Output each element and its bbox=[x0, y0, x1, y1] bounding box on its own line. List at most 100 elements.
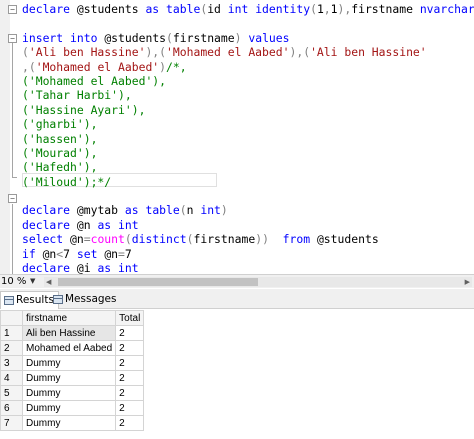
chevron-down-icon[interactable]: ▼ bbox=[30, 275, 35, 288]
fold-collapse-icon[interactable]: − bbox=[8, 34, 17, 43]
cell-total[interactable]: 2 bbox=[115, 370, 145, 386]
tab-results-label: Results bbox=[16, 294, 54, 306]
code-line[interactable]: declare @i as int bbox=[22, 261, 474, 274]
code-token: ('gharbi'), bbox=[22, 117, 98, 132]
column-header-firstname[interactable]: firstname bbox=[21, 310, 117, 326]
code-token: firstname bbox=[172, 30, 235, 45]
code-token: declare bbox=[22, 203, 77, 218]
row-number[interactable]: 2 bbox=[0, 340, 23, 356]
cell-total[interactable]: 2 bbox=[115, 325, 145, 341]
cell-total[interactable]: 2 bbox=[115, 340, 145, 356]
cell-firstname[interactable]: Dummy bbox=[21, 415, 117, 431]
cell-total[interactable]: 2 bbox=[115, 415, 145, 431]
results-grid[interactable]: firstname Total 1 Ali ben Hassine 2 2 Mohame… bbox=[0, 310, 145, 431]
code-token: from bbox=[282, 232, 317, 247]
column-header-total[interactable]: Total bbox=[115, 310, 145, 326]
code-line[interactable]: ('Hafedh'), bbox=[22, 160, 474, 174]
code-token: as bbox=[124, 203, 146, 218]
horizontal-scrollbar[interactable]: ◀ ▶ bbox=[44, 277, 472, 287]
code-token: @students bbox=[316, 232, 379, 247]
code-token: select bbox=[22, 232, 71, 247]
code-line[interactable]: declare @students as table (id int identi… bbox=[22, 2, 474, 16]
cell-total[interactable]: 2 bbox=[115, 400, 145, 416]
cell-firstname[interactable]: Dummy bbox=[21, 355, 117, 371]
code-line[interactable] bbox=[22, 189, 474, 203]
row-number[interactable]: 1 bbox=[0, 325, 23, 341]
code-token: 'Ali ben Hassine' bbox=[28, 45, 146, 60]
cell-total[interactable]: 2 bbox=[115, 385, 145, 401]
fold-guide bbox=[12, 204, 13, 274]
code-line[interactable]: insert into @students(firstname) values bbox=[22, 31, 474, 45]
code-line[interactable]: ('hassen'), bbox=[22, 132, 474, 146]
code-line[interactable]: declare @n as int bbox=[22, 218, 474, 232]
fold-collapse-icon[interactable]: − bbox=[8, 194, 17, 203]
code-token: ),( bbox=[145, 45, 167, 60]
code-line[interactable]: ('Mourad'), bbox=[22, 146, 474, 160]
code-token: as bbox=[97, 261, 119, 274]
fold-collapse-icon[interactable]: − bbox=[8, 5, 17, 14]
code-line[interactable]: declare @mytab as table(n int) bbox=[22, 203, 474, 217]
cell-firstname[interactable]: Ali ben Hassine bbox=[21, 325, 117, 341]
code-line[interactable]: ('Tahar Harbi'), bbox=[22, 88, 474, 102]
code-line[interactable]: if @n<7 set @n=7 bbox=[22, 247, 474, 261]
code-line[interactable]: ('Ali ben Hassine'),('Mohamed el Aabed')… bbox=[22, 45, 474, 59]
row-number[interactable]: 3 bbox=[0, 355, 23, 371]
row-number[interactable]: 5 bbox=[0, 385, 23, 401]
zoom-level[interactable]: 10 % bbox=[0, 275, 26, 288]
code-token: ) bbox=[159, 59, 167, 74]
scrollbar-thumb[interactable] bbox=[58, 278, 258, 286]
messages-icon bbox=[53, 295, 63, 304]
code-token: ('Miloud');*/ bbox=[22, 174, 112, 189]
code-token: ('hassen'), bbox=[22, 131, 98, 146]
tab-messages[interactable]: Messages bbox=[50, 291, 121, 309]
fold-guide bbox=[12, 43, 13, 178]
code-line[interactable] bbox=[22, 16, 474, 30]
sql-editor[interactable]: − − − declare @students as table (id int … bbox=[0, 0, 474, 274]
code-token: @i bbox=[76, 261, 98, 274]
cell-firstname[interactable]: Dummy bbox=[21, 370, 117, 386]
code-token: ( bbox=[166, 30, 173, 45]
table-row[interactable]: 1 Ali ben Hassine 2 bbox=[0, 325, 145, 341]
row-number[interactable]: 6 bbox=[0, 400, 23, 416]
code-token: insert bbox=[22, 30, 71, 45]
code-token: 7 bbox=[63, 246, 77, 261]
fold-guide-end bbox=[12, 177, 17, 178]
code-token: ('Mourad'), bbox=[22, 145, 98, 160]
table-row[interactable]: 5 Dummy 2 bbox=[0, 385, 145, 401]
code-token: @n bbox=[70, 232, 84, 247]
code-token: 1 bbox=[316, 2, 324, 16]
code-line[interactable]: ('Mohamed el Aabed'), bbox=[22, 74, 474, 88]
scroll-left-icon[interactable]: ◀ bbox=[46, 277, 51, 287]
code-token: = bbox=[83, 232, 91, 247]
row-number[interactable]: 4 bbox=[0, 370, 23, 386]
results-tab-strip: Results Messages bbox=[0, 289, 474, 309]
code-line[interactable]: ,('Mohamed el Aabed')/*, bbox=[22, 60, 474, 74]
table-row[interactable]: 2 Mohamed el Aabed 2 bbox=[0, 340, 145, 356]
code-token: ('Mohamed el Aabed'), bbox=[22, 73, 167, 88]
cell-firstname[interactable]: Dummy bbox=[21, 400, 117, 416]
cell-firstname[interactable]: Mohamed el Aabed bbox=[21, 340, 117, 356]
code-line[interactable]: ('Hassine Ayari'), bbox=[22, 103, 474, 117]
table-row[interactable]: 6 Dummy 2 bbox=[0, 400, 145, 416]
table-row[interactable]: 7 Dummy 2 bbox=[0, 415, 145, 431]
code-token: n bbox=[186, 203, 201, 218]
cell-total[interactable]: 2 bbox=[115, 355, 145, 371]
code-token: declare bbox=[22, 217, 77, 232]
row-number-header[interactable] bbox=[0, 310, 23, 326]
table-row[interactable]: 3 Dummy 2 bbox=[0, 355, 145, 371]
results-grid-area[interactable]: firstname Total 1 Ali ben Hassine 2 2 Mohame… bbox=[0, 310, 474, 439]
scroll-right-icon[interactable]: ▶ bbox=[465, 277, 470, 287]
code-text[interactable]: declare @students as table(id int identi… bbox=[22, 2, 474, 274]
code-token: 'Ali ben Hassine' bbox=[310, 45, 427, 60]
code-line[interactable]: ('Miloud');*/ bbox=[22, 175, 474, 189]
code-token: @n bbox=[42, 246, 57, 261]
grid-header-row: firstname Total bbox=[0, 310, 145, 326]
cell-firstname[interactable]: Dummy bbox=[21, 385, 117, 401]
code-token: ),( bbox=[289, 45, 311, 60]
tab-messages-label: Messages bbox=[65, 293, 117, 305]
row-number[interactable]: 7 bbox=[0, 415, 23, 431]
code-line[interactable]: ('gharbi'), bbox=[22, 117, 474, 131]
code-token: id bbox=[207, 2, 228, 16]
code-line[interactable]: select @n=count(distinct(firstname)) fro… bbox=[22, 232, 474, 246]
table-row[interactable]: 4 Dummy 2 bbox=[0, 370, 145, 386]
